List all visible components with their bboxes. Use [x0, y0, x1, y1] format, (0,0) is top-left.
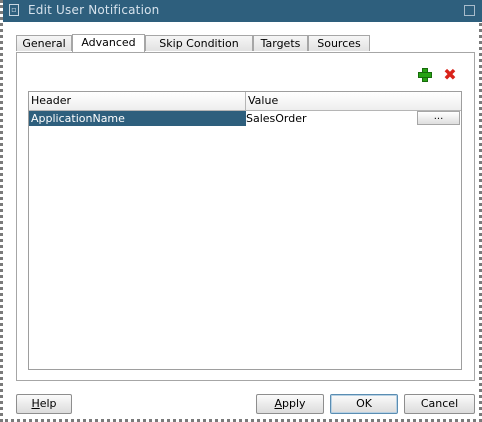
help-button[interactable]: Help	[16, 394, 72, 414]
tab-general[interactable]: General	[16, 35, 72, 51]
tab-skip-condition[interactable]: Skip Condition	[145, 35, 253, 51]
edit-value-button[interactable]: ...	[417, 111, 460, 125]
tab-sources[interactable]: Sources	[308, 35, 370, 51]
help-mnemonic: H	[31, 397, 40, 410]
title-bar[interactable]: ▫ Edit User Notification	[3, 0, 482, 22]
help-label-rest: elp	[39, 397, 57, 410]
apply-label-rest: pply	[282, 397, 306, 410]
header-cell[interactable]: ApplicationName	[29, 111, 246, 126]
ok-button[interactable]: OK	[330, 394, 398, 414]
table-header-row: Header Value	[29, 92, 461, 111]
add-icon[interactable]	[418, 68, 432, 82]
cancel-button[interactable]: Cancel	[404, 394, 475, 414]
advanced-panel: ✖ Header Value ApplicationName SalesOrde…	[16, 52, 475, 381]
edit-user-notification-dialog: ▫ Edit User Notification General Advance…	[0, 0, 482, 422]
maximize-icon[interactable]	[464, 5, 475, 16]
tab-advanced[interactable]: Advanced	[72, 34, 145, 52]
value-cell[interactable]: SalesOrder	[246, 111, 416, 126]
window-menu-icon[interactable]: ▫	[9, 4, 19, 16]
table-row[interactable]: ApplicationName SalesOrder ...	[29, 111, 461, 126]
delete-icon[interactable]: ✖	[442, 67, 458, 83]
apply-button[interactable]: Apply	[256, 394, 324, 414]
column-header-value[interactable]: Value	[246, 92, 461, 110]
tab-targets[interactable]: Targets	[253, 35, 308, 51]
window-title: Edit User Notification	[28, 3, 160, 17]
headers-table: Header Value ApplicationName SalesOrder …	[28, 91, 462, 370]
apply-mnemonic: A	[274, 397, 282, 410]
column-header-header[interactable]: Header	[29, 92, 246, 110]
